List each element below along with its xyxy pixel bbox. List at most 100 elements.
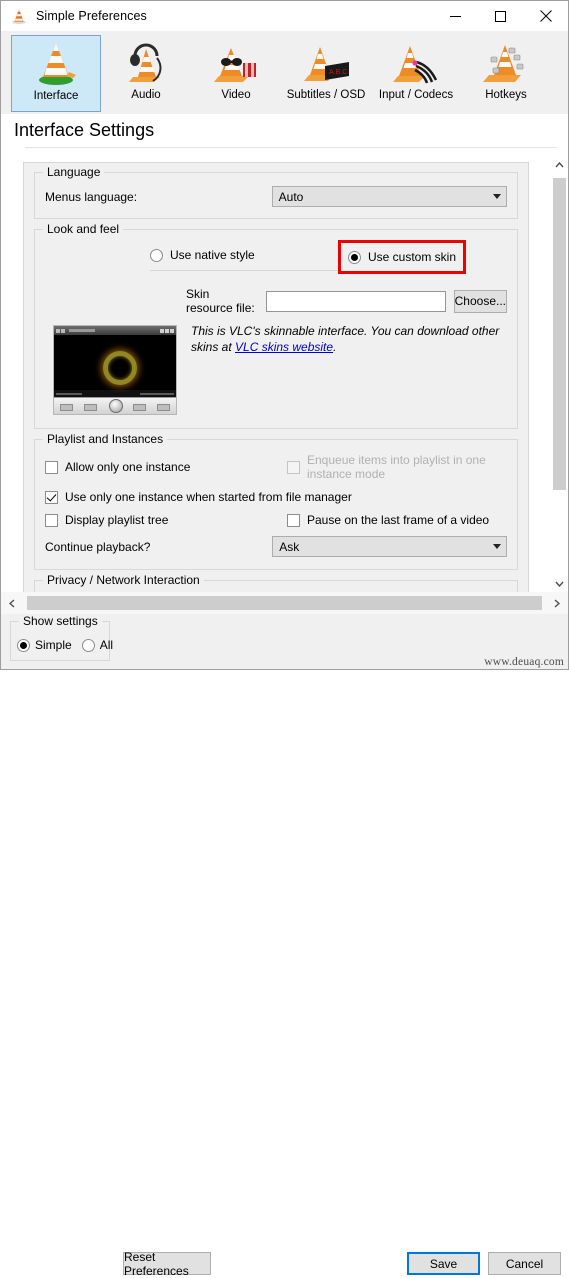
window-controls <box>433 1 568 31</box>
pause-last-frame-checkbox[interactable]: Pause on the last frame of a video <box>287 513 507 527</box>
minimize-button[interactable] <box>433 1 478 31</box>
skin-resource-file-input[interactable] <box>265 290 446 312</box>
scroll-left-button[interactable] <box>1 592 23 614</box>
playlist-row-2: Use only one instance when started from … <box>45 490 507 504</box>
close-button[interactable] <box>523 1 568 31</box>
horizontal-scroll-track[interactable] <box>23 592 546 614</box>
header-divider <box>25 147 557 148</box>
save-button[interactable]: Save <box>407 1252 480 1275</box>
checkbox-icon <box>287 513 300 527</box>
pause-last-frame-label: Pause on the last frame of a video <box>307 513 490 527</box>
preview-titlebar <box>54 326 176 335</box>
cancel-button-label: Cancel <box>505 1256 544 1271</box>
choose-button[interactable]: Choose... <box>453 289 507 313</box>
window-title: Simple Preferences <box>36 9 147 23</box>
group-title-language: Language <box>43 165 105 179</box>
tab-label: Audio <box>131 89 161 101</box>
tab-hotkeys[interactable]: Hotkeys <box>461 35 551 112</box>
vlc-cables-icon <box>389 38 443 88</box>
radio-icon <box>81 638 95 652</box>
tab-label: Hotkeys <box>485 89 527 101</box>
radio-icon <box>348 250 361 264</box>
playlist-row-4: Continue playback? Ask <box>45 536 507 557</box>
settings-scroll-area: Language Menus language: Auto Look and f… <box>1 156 551 592</box>
dialog-footer: Show settings Simple All Reset Preferenc… <box>1 614 568 1278</box>
page-title: Interface Settings <box>14 120 155 140</box>
use-one-instance-file-manager-checkbox[interactable]: Use only one instance when started from … <box>45 490 352 504</box>
chevron-down-icon <box>488 544 506 549</box>
checkbox-icon <box>45 513 58 527</box>
skin-resource-row: Skin resource file: Choose... <box>45 287 507 315</box>
show-settings-group: Show settings Simple All <box>10 614 113 661</box>
horizontal-scrollbar[interactable] <box>1 592 568 614</box>
preview-controls <box>54 397 176 414</box>
vlc-subtitles-icon: A.B.C <box>299 38 353 88</box>
cancel-button[interactable]: Cancel <box>488 1252 561 1275</box>
vertical-scroll-thumb[interactable] <box>553 178 566 490</box>
style-radio-row: Use native style Use custom skin <box>45 240 507 274</box>
reset-preferences-button[interactable]: Reset Preferences <box>123 1249 211 1278</box>
skin-info-text-after: . <box>333 340 337 354</box>
tab-label: Input / Codecs <box>378 89 454 101</box>
playlist-row-3: Display playlist tree Pause on the last … <box>45 513 507 527</box>
tab-subtitles-osd[interactable]: A.B.C Subtitles / OSD <box>281 35 371 112</box>
display-playlist-tree-checkbox[interactable]: Display playlist tree <box>45 513 287 527</box>
maximize-button[interactable] <box>478 1 523 31</box>
choose-button-label: Choose... <box>454 294 506 308</box>
skin-resource-file-label: Skin resource file: <box>186 287 255 315</box>
use-native-style-label: Use native style <box>170 248 255 262</box>
reset-preferences-label: Reset Preferences <box>124 1249 189 1278</box>
chevron-down-icon <box>488 194 506 199</box>
allow-only-one-instance-checkbox[interactable]: Allow only one instance <box>45 460 287 474</box>
title-bar: Simple Preferences <box>1 1 568 31</box>
skin-info-text: This is VLC's skinnable interface. You c… <box>191 323 507 415</box>
vlc-skins-website-link[interactable]: VLC skins website <box>235 340 333 354</box>
show-settings-all-radio[interactable]: All <box>81 638 113 652</box>
page-header: Interface Settings <box>1 114 568 156</box>
tab-input-codecs[interactable]: Input / Codecs <box>371 35 461 112</box>
show-settings-simple-radio[interactable]: Simple <box>17 638 72 652</box>
horizontal-scroll-thumb[interactable] <box>27 596 542 610</box>
show-settings-title: Show settings <box>19 614 102 628</box>
vertical-scrollbar[interactable] <box>550 156 568 592</box>
show-settings-row: Simple All <box>11 638 113 652</box>
tab-audio[interactable]: Audio <box>101 35 191 112</box>
preview-play-knob <box>109 399 123 413</box>
vlc-cone-icon <box>10 7 28 25</box>
use-native-style-radio[interactable]: Use native style <box>150 248 255 262</box>
tab-label: Subtitles / OSD <box>286 89 366 101</box>
tab-video[interactable]: Video <box>191 35 281 112</box>
checkbox-icon <box>45 490 58 504</box>
category-toolbar: Interface Audio Video A.B.C Subtitles / … <box>1 31 568 114</box>
menus-language-select[interactable]: Auto <box>271 186 507 207</box>
radio-icon <box>17 638 30 652</box>
save-button-label: Save <box>429 1256 458 1271</box>
skin-resource-file-value <box>267 292 445 295</box>
scroll-down-button[interactable] <box>551 575 568 592</box>
simple-preferences-window: Simple Preferences Interface Audio Video… <box>0 0 569 1278</box>
tab-interface[interactable]: Interface <box>11 35 101 112</box>
vertical-scroll-track[interactable] <box>551 173 568 575</box>
display-playlist-tree-label: Display playlist tree <box>65 513 169 527</box>
group-title-privacy: Privacy / Network Interaction <box>43 573 204 587</box>
playlist-row-1: Allow only one instance Enqueue items in… <box>45 453 507 481</box>
skin-preview-image <box>53 325 177 415</box>
language-group: Language Menus language: Auto <box>34 165 518 219</box>
menus-language-value: Auto <box>278 189 304 204</box>
continue-playback-select[interactable]: Ask <box>272 536 507 557</box>
scroll-up-button[interactable] <box>551 156 568 173</box>
radio-icon <box>150 248 163 262</box>
look-and-feel-group: Look and feel Use native style Use custo… <box>34 222 518 429</box>
scroll-right-button[interactable] <box>546 592 568 614</box>
enqueue-items-checkbox: Enqueue items into playlist in one insta… <box>287 453 507 481</box>
enqueue-items-label: Enqueue items into playlist in one insta… <box>307 453 486 481</box>
radio-row-divider <box>150 270 343 271</box>
checkbox-icon <box>45 460 58 474</box>
use-custom-skin-radio[interactable]: Use custom skin <box>348 250 456 264</box>
playlist-instances-group: Playlist and Instances Allow only one in… <box>34 432 518 570</box>
group-title-look-and-feel: Look and feel <box>43 222 124 236</box>
privacy-network-group: Privacy / Network Interaction <box>34 573 518 592</box>
show-settings-simple-label: Simple <box>35 638 72 652</box>
settings-panel: Language Menus language: Auto Look and f… <box>23 162 529 592</box>
group-title-playlist: Playlist and Instances <box>43 432 168 446</box>
